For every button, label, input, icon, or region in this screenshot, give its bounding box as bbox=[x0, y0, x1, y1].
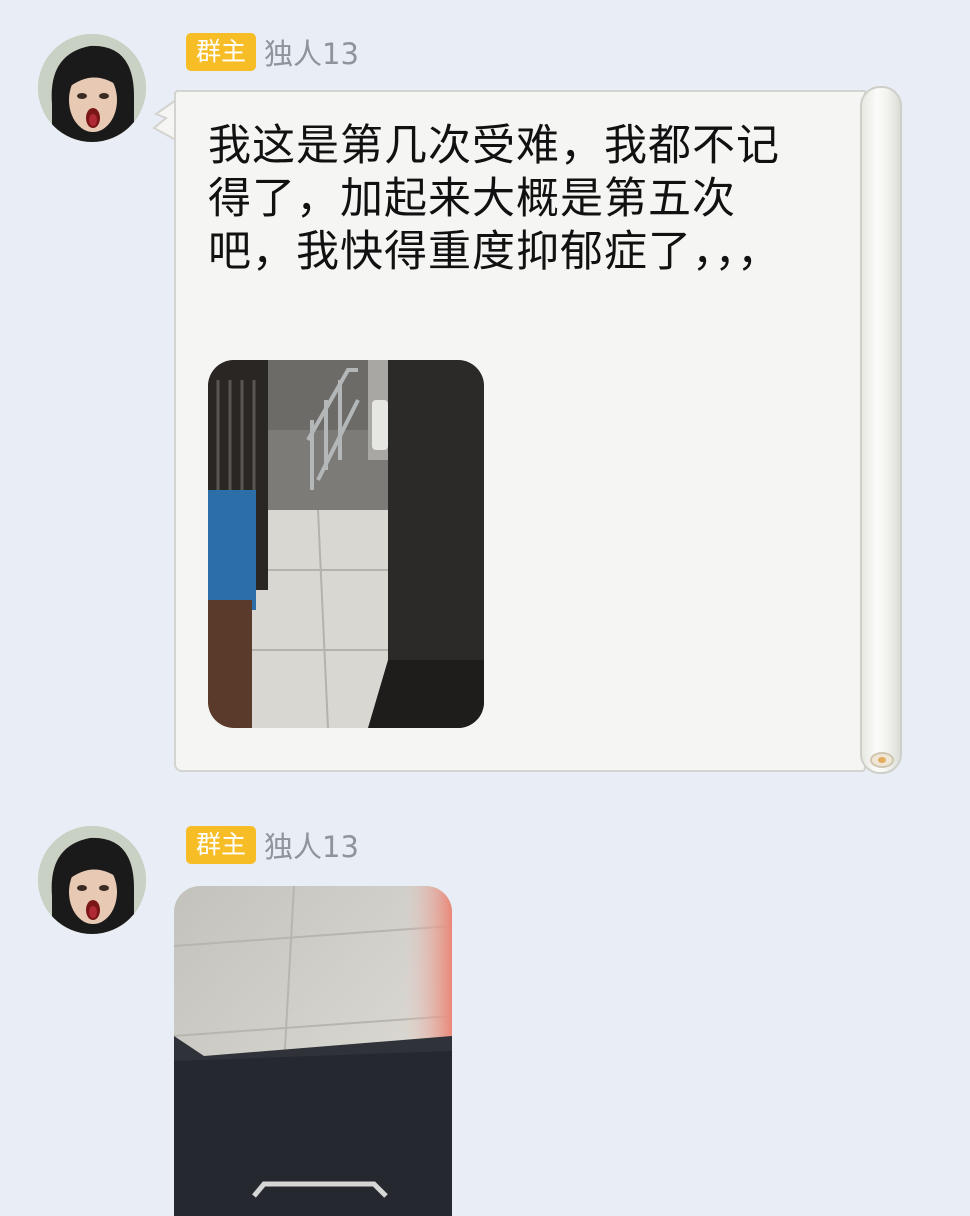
sender-line: 群主 独人13 bbox=[186, 33, 359, 71]
owner-badge: 群主 bbox=[186, 826, 257, 864]
sender-line: 群主 独人13 bbox=[186, 826, 359, 864]
avatar[interactable] bbox=[38, 34, 146, 142]
message-photo[interactable] bbox=[208, 360, 484, 728]
message-photo[interactable] bbox=[174, 886, 452, 1216]
scroll-end-icon bbox=[870, 752, 894, 768]
sender-nickname[interactable]: 独人13 bbox=[264, 824, 359, 866]
sender-nickname[interactable]: 独人13 bbox=[264, 31, 359, 73]
scroll-roll-decoration bbox=[860, 86, 902, 774]
chat-message-1: 群主 独人13 我这是第几次受难，我都不记得了，加起来大概是第五次吧，我快得重度… bbox=[0, 0, 970, 790]
avatar[interactable] bbox=[38, 826, 146, 934]
message-text: 我这是第几次受难，我都不记得了，加起来大概是第五次吧，我快得重度抑郁症了，，， bbox=[208, 121, 781, 277]
owner-badge: 群主 bbox=[186, 33, 257, 71]
chat-message-2: 群主 独人13 bbox=[0, 790, 970, 1216]
